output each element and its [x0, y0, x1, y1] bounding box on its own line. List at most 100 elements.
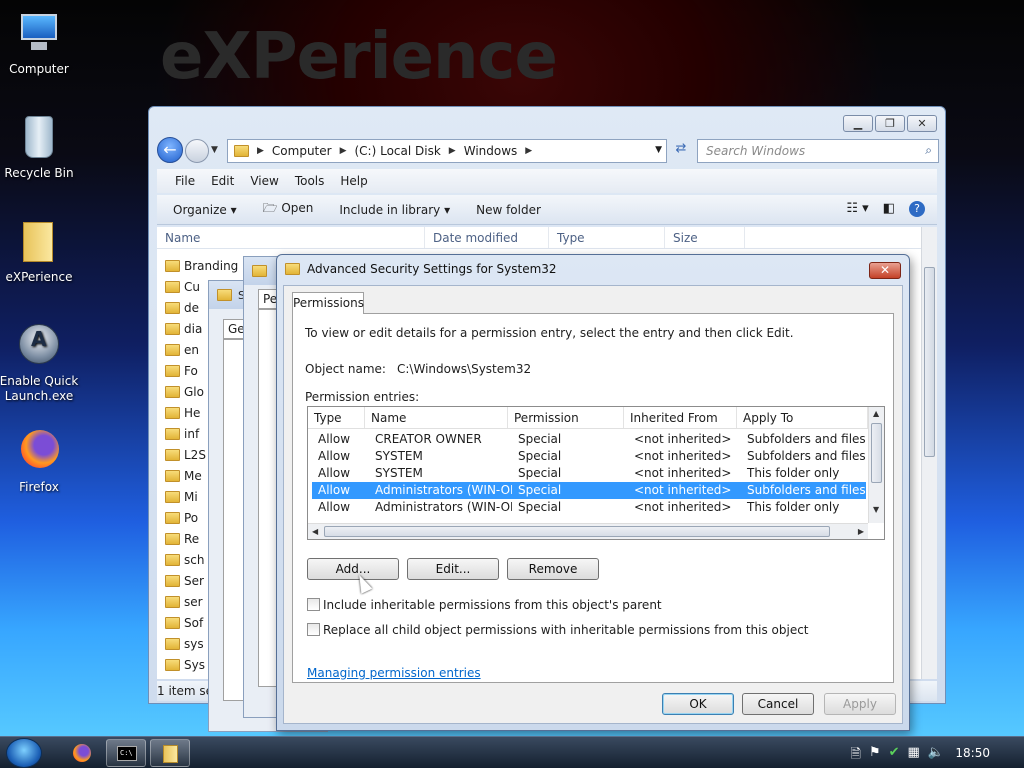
permission-cell-permission: Special [518, 483, 562, 497]
history-dropdown-icon[interactable]: ▼ [211, 145, 218, 155]
include-inheritable-checkbox[interactable] [307, 598, 320, 611]
replace-child-label[interactable]: Replace all child object permissions wit… [323, 623, 809, 637]
quick-launch-icon: A [15, 322, 63, 370]
new-folder-button[interactable]: New folder [476, 203, 541, 217]
menu-file[interactable]: File [175, 174, 195, 188]
scroll-up-icon[interactable]: ▲ [873, 409, 879, 418]
dialog-close-button[interactable]: ✕ [869, 262, 901, 279]
desktop-icon-experience[interactable]: eXPerience [0, 218, 81, 285]
menu-edit[interactable]: Edit [211, 174, 234, 188]
menu-view[interactable]: View [250, 174, 278, 188]
forward-button[interactable] [185, 139, 209, 163]
desktop-icon-label: Computer [9, 62, 69, 76]
view-options-icon[interactable]: ☷ ▾ [846, 201, 868, 217]
file-name: Po [184, 510, 199, 525]
vertical-scrollbar[interactable] [921, 227, 937, 679]
scrollbar-thumb[interactable] [871, 423, 882, 483]
scroll-right-icon[interactable]: ▶ [858, 527, 864, 536]
open-button[interactable]: 🗁 Open [263, 199, 314, 220]
column-apply-to[interactable]: Apply To [737, 407, 868, 428]
help-icon[interactable]: ? [909, 201, 925, 217]
firefox-icon [73, 744, 91, 762]
desktop-icon-quick-launch[interactable]: A Enable Quick Launch.exe [0, 322, 81, 404]
close-window-button[interactable]: ✕ [907, 115, 937, 132]
start-button[interactable] [6, 738, 42, 768]
include-inheritable-label[interactable]: Include inheritable permissions from thi… [323, 598, 662, 612]
taskbar-explorer[interactable] [150, 739, 190, 767]
object-name-label: Object name: [305, 362, 386, 376]
open-folder-icon: 🗁 [262, 201, 278, 215]
permission-row[interactable]: Allow SYSTEM Special <not inherited> Subfold… [312, 448, 866, 465]
intro-text: To view or edit details for a permission… [305, 326, 794, 340]
minimize-button[interactable]: ▁ [843, 115, 873, 132]
file-name: Me [184, 468, 202, 483]
taskbar-command-prompt[interactable]: C:\ [106, 739, 146, 767]
permission-vertical-scrollbar[interactable]: ▲ ▼ [868, 407, 884, 523]
breadcrumb-local-disk[interactable]: (C:) Local Disk [355, 144, 441, 158]
column-type[interactable]: Type [308, 407, 365, 428]
remove-button[interactable]: Remove [507, 558, 599, 580]
permission-cell-apply: This folder only [747, 466, 840, 480]
ok-button[interactable]: OK [662, 693, 734, 715]
scroll-down-icon[interactable]: ▼ [873, 505, 879, 514]
permission-entries-list[interactable]: Type Name Permission Inherited From Appl… [307, 406, 885, 540]
file-name: sys [184, 636, 204, 651]
column-inherited-from[interactable]: Inherited From [624, 407, 737, 428]
permission-row[interactable]: Allow SYSTEM Special <not inherited> This fo… [312, 465, 866, 482]
permission-row[interactable]: Allow Administrators (WIN-OD... Special <no… [312, 499, 866, 516]
menu-bar: File Edit View Tools Help [157, 169, 937, 193]
edit-button[interactable]: Edit... [407, 558, 499, 580]
managing-permissions-link[interactable]: Managing permission entries [307, 666, 481, 680]
taskbar-firefox[interactable] [62, 739, 102, 767]
column-type[interactable]: Type [549, 227, 665, 248]
advanced-security-dialog: Advanced Security Settings for System32 … [276, 254, 910, 731]
taskbar-clock[interactable]: 18:50 [955, 746, 990, 760]
column-date-modified[interactable]: Date modified [425, 227, 549, 248]
organize-button[interactable]: Organize ▾ [173, 203, 237, 217]
column-name[interactable]: Name [365, 407, 508, 428]
refresh-icon[interactable]: ⇄ [671, 141, 691, 161]
scroll-left-icon[interactable]: ◀ [312, 527, 318, 536]
search-input[interactable]: Search Windows ⌕ [697, 139, 939, 163]
replace-child-checkbox[interactable] [307, 623, 320, 636]
menu-help[interactable]: Help [340, 174, 367, 188]
permission-cell-name: Administrators (WIN-OD... [375, 483, 512, 497]
permission-row[interactable]: Allow CREATOR OWNER Special <not inherited>… [312, 431, 866, 448]
permission-row[interactable]: Allow Administrators (WIN-OD... Special <no… [312, 482, 866, 499]
menu-tools[interactable]: Tools [295, 174, 325, 188]
include-label: Include in library [339, 202, 441, 217]
column-size[interactable]: Size [665, 227, 745, 248]
permissions-panel: To view or edit details for a permission… [292, 313, 894, 683]
breadcrumb-windows[interactable]: Windows [464, 144, 518, 158]
tab-permissions[interactable]: Permissions [292, 292, 364, 314]
apply-button[interactable]: Apply [824, 693, 896, 715]
tray-flag-icon[interactable]: ⚑ [869, 745, 881, 767]
permission-horizontal-scrollbar[interactable]: ◀ ▶ [308, 523, 868, 539]
column-permission[interactable]: Permission [508, 407, 624, 428]
cancel-button[interactable]: Cancel [742, 693, 814, 715]
tray-document-icon[interactable]: 🗎 [851, 745, 861, 767]
desktop-icon-computer[interactable]: Computer [0, 10, 81, 77]
recycle-bin-icon [15, 114, 63, 162]
tray-security-icon[interactable]: ✔ [889, 745, 900, 767]
scrollbar-thumb[interactable] [324, 526, 830, 537]
breadcrumb-computer[interactable]: Computer [272, 144, 332, 158]
desktop-icon-recycle-bin[interactable]: Recycle Bin [0, 114, 81, 181]
preview-pane-icon[interactable]: ◧ [883, 201, 895, 217]
include-in-library-button[interactable]: Include in library ▾ [339, 203, 450, 217]
file-name: Glo [184, 384, 204, 399]
permission-cell-inherited: <not inherited> [634, 449, 732, 463]
maximize-button[interactable]: ❐ [875, 115, 905, 132]
address-bar[interactable]: ▶ Computer ▶ (C:) Local Disk ▶ Windows ▶… [227, 139, 667, 163]
file-row[interactable]: Branding [165, 255, 245, 276]
address-dropdown-icon[interactable]: ▼ [655, 145, 662, 155]
folder-icon [252, 265, 267, 277]
column-name[interactable]: Name [157, 227, 425, 248]
tray-network-icon[interactable]: ▦ [908, 745, 920, 767]
tray-volume-muted-icon[interactable]: 🔈 [928, 745, 944, 767]
scrollbar-thumb[interactable] [924, 267, 935, 457]
back-button[interactable]: ← [157, 137, 183, 163]
folder-icon [165, 574, 180, 587]
folder-icon [165, 280, 180, 293]
desktop-icon-firefox[interactable]: Firefox [0, 428, 81, 495]
